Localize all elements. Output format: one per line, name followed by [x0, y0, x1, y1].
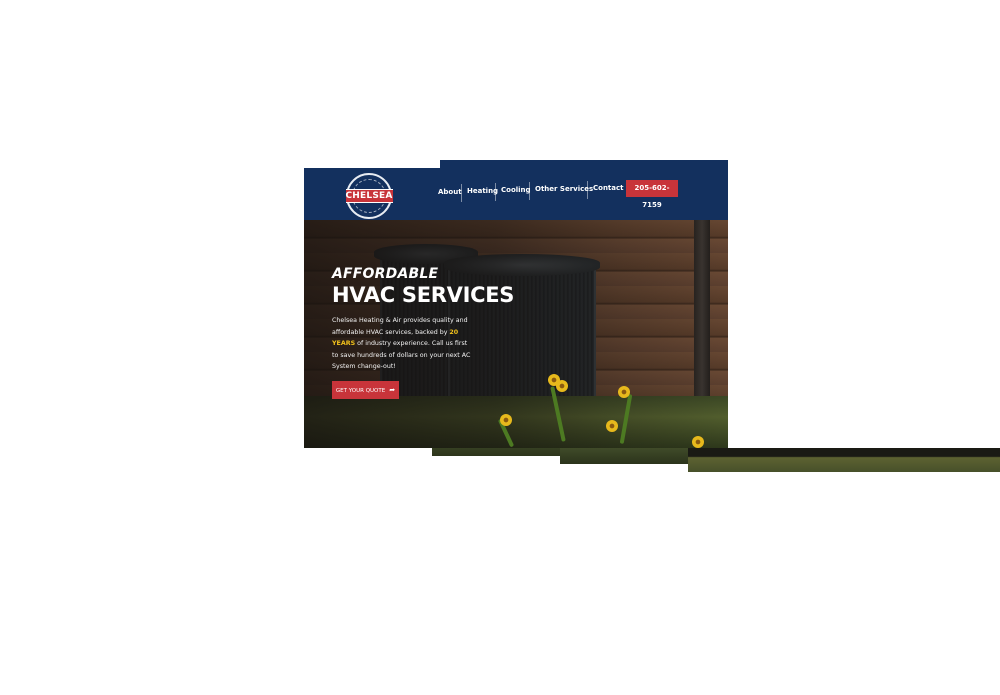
yellow-flower — [606, 420, 618, 432]
yellow-flower — [692, 436, 704, 448]
site-header-raised-fragment — [440, 160, 728, 174]
hero-body-text: Chelsea Heating & Air provides quality a… — [332, 315, 474, 373]
nav-divider — [587, 181, 588, 199]
photo-fragment-bottom-right — [688, 448, 1000, 472]
screenshot-stage: CHELSEA About Heating Cooling Other Serv… — [0, 0, 1000, 695]
logo-text: CHELSEA — [345, 189, 393, 203]
nav-divider — [461, 184, 462, 202]
nav-other-services[interactable]: Other Services — [535, 185, 593, 193]
yellow-flower — [618, 386, 630, 398]
hero-headline: HVAC SERVICES — [332, 283, 515, 307]
nav-about[interactable]: About — [438, 188, 462, 196]
yellow-flower — [556, 380, 568, 392]
nav-cooling[interactable]: Cooling — [501, 186, 531, 194]
body-text-start: Chelsea Heating & Air provides quality a… — [332, 317, 468, 336]
chelsea-logo[interactable]: CHELSEA — [345, 173, 393, 219]
hero-eyebrow: AFFORDABLE — [332, 266, 439, 282]
yellow-flower — [500, 414, 512, 426]
nav-heating[interactable]: Heating — [467, 187, 498, 195]
nav-divider — [529, 182, 530, 200]
cta-label: GET YOUR QUOTE — [335, 388, 386, 394]
share-arrow-icon: ➦ — [389, 386, 396, 394]
get-quote-button[interactable]: GET YOUR QUOTE ➦ — [332, 381, 399, 399]
nav-divider — [495, 183, 496, 201]
phone-button[interactable]: 205-602-7159 — [626, 180, 678, 209]
nav-contact[interactable]: Contact — [593, 184, 624, 192]
